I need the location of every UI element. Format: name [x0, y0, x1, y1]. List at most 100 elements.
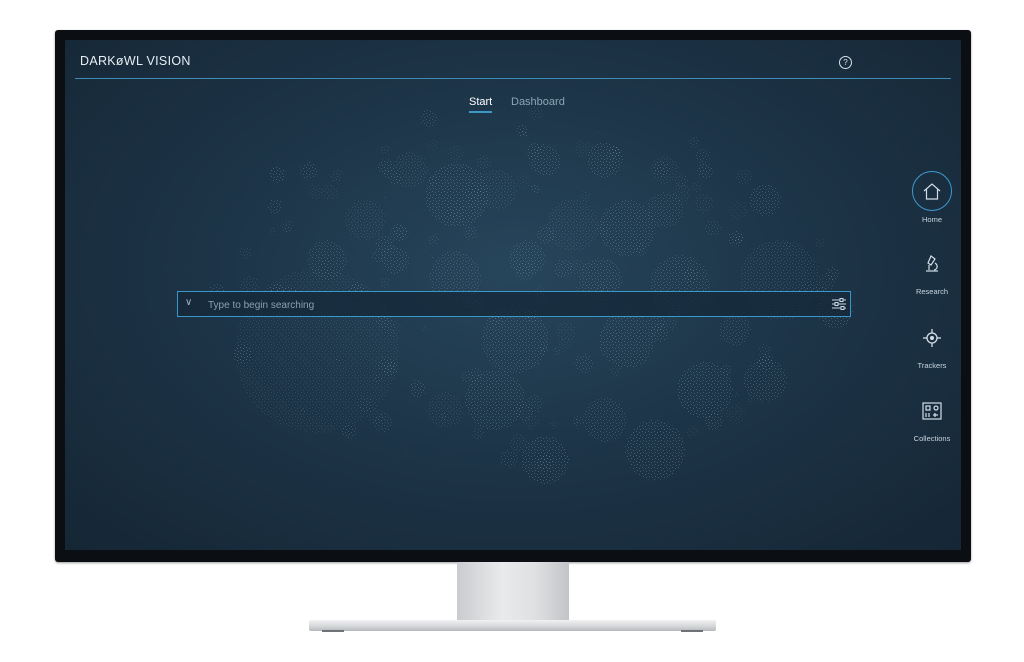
bubble: [650, 323, 670, 343]
header-bar: DARKøWL VISION ?: [75, 40, 951, 79]
bubble: [704, 219, 722, 237]
bubble: [583, 398, 627, 442]
monitor-bezel: DARKøWL VISION ? Start Dashboard ∨ Type …: [55, 30, 971, 562]
bubble: [429, 254, 435, 260]
bubble: [694, 193, 714, 213]
bubble: [420, 324, 428, 332]
bubble: [409, 380, 427, 397]
bubble: [334, 356, 340, 363]
bubble: [594, 221, 611, 237]
bubble: [694, 148, 711, 164]
tab-dashboard[interactable]: Dashboard: [511, 96, 565, 111]
bubble: [341, 423, 358, 439]
bubble: [516, 124, 528, 137]
bubble: [609, 365, 621, 376]
bubble: [420, 109, 438, 128]
bubble: [572, 414, 585, 426]
bubble: [672, 183, 691, 202]
bubble: [460, 369, 475, 384]
bubble: [373, 413, 393, 433]
bubble: [691, 182, 702, 193]
bubble: [625, 420, 685, 480]
bubble: [268, 166, 286, 183]
bubble: [757, 344, 773, 359]
sidebar-item-home[interactable]: Home: [902, 171, 961, 224]
bubble: [232, 344, 252, 364]
bubble: [525, 143, 542, 159]
bubble: [536, 225, 556, 244]
bubble: [652, 160, 670, 178]
monitor-stand-base: [309, 620, 716, 631]
bubble: [686, 425, 699, 438]
bubble: [537, 454, 554, 471]
bubble: [382, 195, 387, 201]
bubble: [404, 449, 409, 454]
bubble: [357, 396, 373, 412]
chevron-down-icon[interactable]: ∨: [185, 297, 192, 308]
bubble: [784, 241, 792, 250]
bubble: [463, 225, 478, 240]
search-bar: ∨: [177, 291, 851, 317]
bubble: [269, 226, 278, 235]
bubble: [371, 248, 386, 263]
bubble: [673, 260, 681, 269]
bubble: [392, 224, 409, 240]
bubble: [705, 412, 724, 431]
monitor-stand-neck: [457, 562, 569, 622]
bubble: [509, 434, 528, 453]
bubble: [682, 267, 699, 284]
collections-icon: [913, 392, 951, 430]
bubble: [267, 198, 283, 215]
bubble: [728, 200, 748, 221]
bubble: [330, 169, 344, 183]
bubble: [463, 181, 481, 200]
bubble: [825, 266, 840, 281]
search-input[interactable]: [206, 295, 810, 315]
bubble: [306, 184, 322, 200]
bubble: [749, 184, 781, 216]
crosshair-icon: [913, 319, 951, 357]
bubble: [373, 373, 383, 383]
bubble: [538, 345, 548, 355]
sidebar-item-label: Home: [921, 215, 942, 224]
bubble: [595, 130, 600, 136]
bubble: [719, 314, 751, 346]
bubble: [748, 397, 754, 404]
bubble: [599, 312, 655, 368]
bubble: [380, 278, 391, 289]
bubble: [515, 173, 532, 190]
home-icon: [912, 171, 952, 211]
monitor-foot: [681, 630, 703, 632]
bubble: [632, 243, 647, 258]
bubble: [479, 170, 487, 178]
bubble: [734, 392, 740, 398]
sidebar-item-label: Collections: [913, 434, 951, 443]
sidebar-item-collections[interactable]: Collections: [902, 392, 961, 443]
bubble: [447, 145, 464, 163]
microscope-icon: [913, 245, 951, 283]
app-screen: DARKøWL VISION ? Start Dashboard ∨ Type …: [65, 40, 961, 550]
bubble: [557, 337, 572, 352]
bubble: [574, 140, 592, 158]
bubble: [472, 426, 485, 440]
bubble: [814, 237, 825, 248]
bubble: [440, 412, 448, 420]
bubble: [321, 183, 339, 201]
bubble: [427, 392, 463, 428]
monitor-foot: [322, 630, 344, 632]
sidebar-item-label: Research: [915, 287, 949, 296]
help-circle-icon[interactable]: ?: [839, 56, 852, 69]
sliders-icon[interactable]: [832, 297, 846, 315]
sidebar-item-trackers[interactable]: Trackers: [902, 319, 961, 370]
app-logo: DARKøWL VISION: [80, 54, 191, 68]
bubble: [733, 234, 743, 244]
bubble: [547, 199, 599, 251]
tab-start[interactable]: Start: [469, 96, 493, 113]
bubble: [522, 413, 539, 430]
bubble: [476, 155, 492, 171]
bubble: [499, 450, 518, 468]
bubble: [725, 404, 745, 424]
bubble: [735, 168, 753, 185]
bubble: [720, 363, 732, 375]
sidebar-item-research[interactable]: Research: [902, 245, 961, 296]
